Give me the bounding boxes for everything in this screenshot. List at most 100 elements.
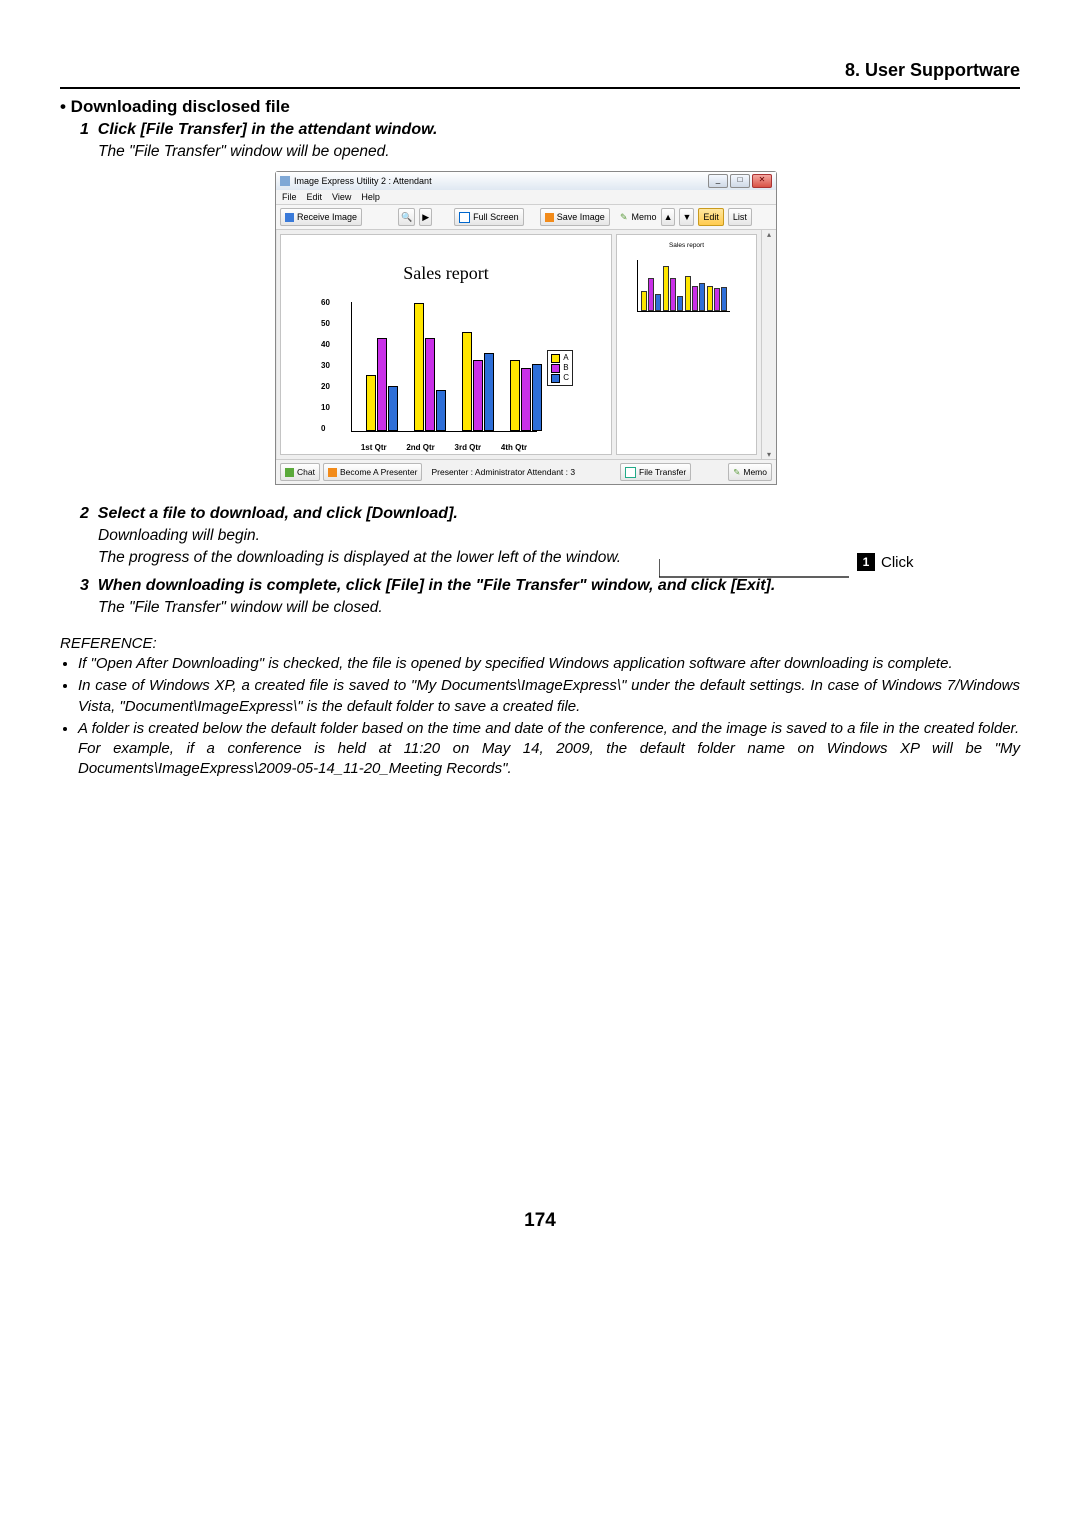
maximize-button[interactable]: □ <box>730 174 750 188</box>
y-tick: 20 <box>321 382 330 391</box>
page-number: 174 <box>60 1210 1020 1232</box>
file-transfer-button[interactable]: File Transfer <box>620 463 691 481</box>
thumb-title: Sales report <box>623 242 750 249</box>
app-icon <box>280 176 290 186</box>
thumbnail[interactable]: Sales report <box>623 242 750 320</box>
chat-label: Chat <box>297 467 315 477</box>
edit-button[interactable]: Edit <box>698 208 724 226</box>
play-button[interactable]: ▶ <box>419 208 432 226</box>
legend-swatch-a <box>551 354 560 363</box>
step-1: 1 Click [File Transfer] in the attendant… <box>80 121 437 138</box>
step-1-text: Click [File Transfer] in the attendant w… <box>98 121 438 138</box>
file-transfer-icon <box>625 467 636 478</box>
legend-label: C <box>563 373 569 383</box>
save-image-button[interactable]: Save Image <box>540 208 610 226</box>
receive-image-icon <box>285 213 294 222</box>
become-presenter-label: Become A Presenter <box>340 467 418 477</box>
menu-help[interactable]: Help <box>361 192 380 202</box>
zoom-button[interactable]: 🔍 <box>398 208 415 226</box>
memo-button-label: Memo <box>743 467 767 477</box>
section-heading: • Downloading disclosed file <box>60 97 1020 117</box>
presenter-info: Presenter : Administrator Attendant : 3 <box>425 467 581 477</box>
memo-button[interactable]: ✎ Memo <box>728 463 772 481</box>
screenshot: Image Express Utility 2 : Attendant _ □ … <box>275 171 805 485</box>
scrollbar[interactable]: ▴ ▾ <box>761 230 776 459</box>
x-label: 2nd Qtr <box>406 443 434 452</box>
callout: 1 Click <box>659 557 883 579</box>
list-button[interactable]: List <box>728 208 752 226</box>
step-1-desc: The "File Transfer" window will be opene… <box>98 143 1020 161</box>
x-label: 4th Qtr <box>501 443 527 452</box>
step-2-text: Select a file to download, and click [Do… <box>98 505 458 522</box>
save-image-icon <box>545 213 554 222</box>
app-window: Image Express Utility 2 : Attendant _ □ … <box>275 171 777 485</box>
menu-edit[interactable]: Edit <box>307 192 323 202</box>
titlebar: Image Express Utility 2 : Attendant _ □ … <box>276 172 776 190</box>
reference-item: A folder is created below the default fo… <box>78 719 1020 780</box>
chat-button[interactable]: Chat <box>280 463 320 481</box>
fullscreen-button[interactable]: Full Screen <box>454 208 524 226</box>
memo-icon: ✎ <box>733 467 740 478</box>
plot-area <box>351 302 537 432</box>
reference-item: If "Open After Downloading" is checked, … <box>78 654 1020 674</box>
memo-label: Memo <box>632 212 657 222</box>
y-tick: 10 <box>321 403 330 412</box>
side-pane: Sales report <box>616 234 757 455</box>
menu-file[interactable]: File <box>282 192 297 202</box>
step-3-num: 3 <box>80 577 89 594</box>
step-3-desc: The "File Transfer" window will be close… <box>98 599 1020 617</box>
x-label: 1st Qtr <box>361 443 387 452</box>
side-toolbar: ✎ Memo ▲ ▼ Edit List <box>616 205 776 230</box>
minimize-button[interactable]: _ <box>708 174 728 188</box>
receive-image-button[interactable]: Receive Image <box>280 208 362 226</box>
memo-pencil-icon: ✎ <box>620 212 628 223</box>
chart-legend: A B C <box>547 350 573 386</box>
x-axis-labels: 1st Qtr 2nd Qtr 3rd Qtr 4th Qtr <box>351 443 537 452</box>
y-tick: 40 <box>321 340 330 349</box>
receive-image-label: Receive Image <box>297 212 357 222</box>
y-tick: 0 <box>321 424 325 433</box>
reference-heading: REFERENCE: <box>60 635 1020 652</box>
x-label: 3rd Qtr <box>455 443 482 452</box>
file-transfer-label: File Transfer <box>639 467 686 477</box>
legend-swatch-b <box>551 364 560 373</box>
arrow-down-button[interactable]: ▼ <box>679 208 694 226</box>
chart-title: Sales report <box>403 263 488 284</box>
step-2-desc1: Downloading will begin. <box>98 527 1020 545</box>
header-rule <box>60 87 1020 89</box>
arrow-up-button[interactable]: ▲ <box>661 208 676 226</box>
main-toolbar: Receive Image 🔍 ▶ Full Screen <box>276 205 616 230</box>
y-tick: 60 <box>321 298 330 307</box>
reference-item: In case of Windows XP, a created file is… <box>78 676 1020 717</box>
step-1-num: 1 <box>80 121 89 138</box>
thumbnail-chart <box>637 260 730 312</box>
step-2: 2 Select a file to download, and click [… <box>80 505 458 522</box>
callout-badge: 1 <box>857 553 875 571</box>
close-button[interactable]: ✕ <box>752 174 772 188</box>
main-pane: Sales report 60 50 40 30 20 10 0 <box>280 234 612 455</box>
y-tick: 30 <box>321 361 330 370</box>
chat-icon <box>285 468 294 477</box>
status-bar-left: Chat Become A Presenter Presenter : Admi… <box>276 459 616 484</box>
scroll-up-icon: ▴ <box>767 230 771 239</box>
bar-chart: 60 50 40 30 20 10 0 1st Qtr <box>321 302 571 452</box>
legend-swatch-c <box>551 374 560 383</box>
reference-list: If "Open After Downloading" is checked, … <box>60 654 1020 780</box>
status-bar-right: File Transfer ✎ Memo <box>616 459 776 484</box>
legend-label: A <box>563 353 568 363</box>
fullscreen-label: Full Screen <box>473 212 519 222</box>
legend-label: B <box>563 363 568 373</box>
callout-label: Click <box>881 554 914 571</box>
step-2-num: 2 <box>80 505 89 522</box>
window-title: Image Express Utility 2 : Attendant <box>294 176 432 186</box>
y-axis: 60 50 40 30 20 10 0 <box>321 302 345 432</box>
menubar: File Edit View Help <box>276 190 776 205</box>
save-image-label: Save Image <box>557 212 605 222</box>
become-presenter-button[interactable]: Become A Presenter <box>323 463 423 481</box>
fullscreen-icon <box>459 212 470 223</box>
presenter-icon <box>328 468 337 477</box>
menu-view[interactable]: View <box>332 192 351 202</box>
scroll-down-icon: ▾ <box>767 450 771 459</box>
y-tick: 50 <box>321 319 330 328</box>
chapter-title: 8. User Supportware <box>60 60 1020 81</box>
